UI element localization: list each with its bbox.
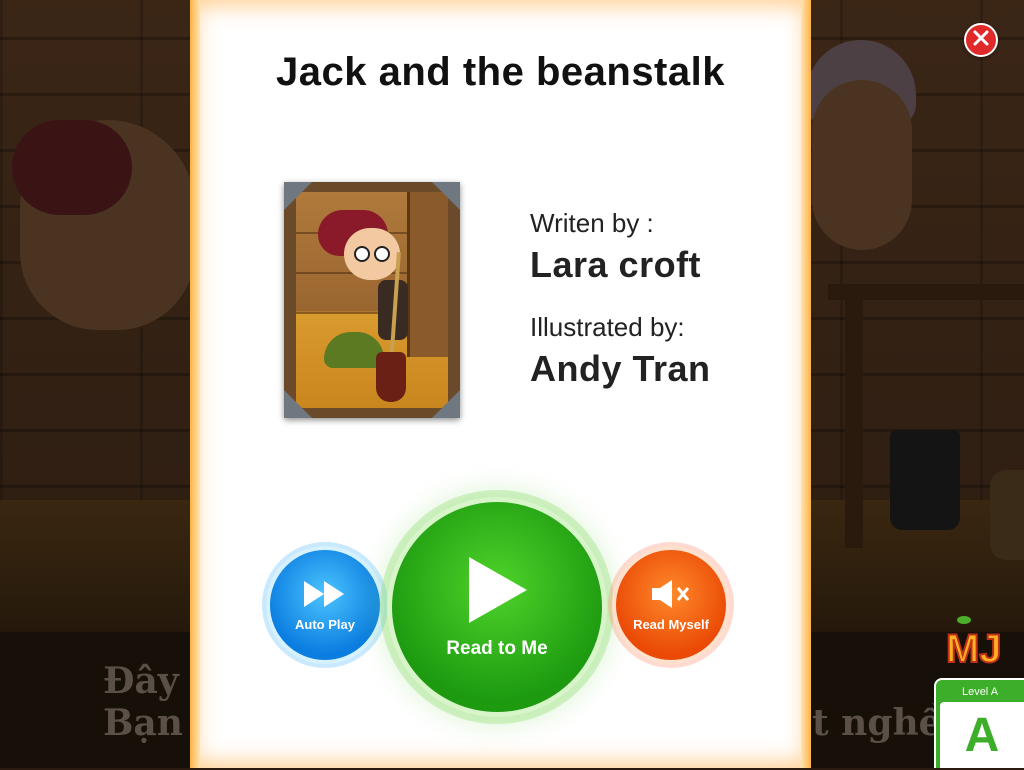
- book-cover: [284, 182, 460, 418]
- auto-play-button[interactable]: Auto Play: [270, 550, 380, 660]
- read-to-me-button[interactable]: Read to Me: [392, 502, 602, 712]
- cover-illustration: [296, 192, 448, 408]
- play-icon: [465, 555, 529, 630]
- story-intro-dialog: Jack and the beanstalk Writen by : Lara …: [190, 0, 811, 768]
- background-character-hair: [12, 120, 132, 215]
- mute-icon: [650, 579, 692, 614]
- author-name: Lara croft: [530, 244, 702, 285]
- story-title: Jack and the beanstalk: [276, 50, 725, 94]
- background-character-right: [812, 80, 912, 250]
- level-letter: A: [940, 702, 1024, 768]
- close-button[interactable]: [964, 23, 998, 57]
- close-icon: [973, 30, 989, 50]
- mj-logo-text: MJ: [946, 627, 1002, 670]
- background-text-line-2: Bạn: [103, 702, 183, 744]
- barrel: [990, 470, 1024, 560]
- read-myself-label: Read Myself: [633, 616, 709, 632]
- read-myself-button[interactable]: Read Myself: [616, 550, 726, 660]
- level-label: Level A: [961, 686, 999, 698]
- background-text-line-1: Đây: [103, 660, 179, 702]
- level-badge: Level A A: [934, 678, 1024, 768]
- read-to-me-label: Read to Me: [446, 637, 548, 659]
- illustrator-name: Andy Tran: [530, 348, 711, 389]
- written-by-label: Writen by :: [530, 208, 654, 238]
- background-text-line-2-right: t nghề: [812, 702, 942, 744]
- mj-logo: MJ: [944, 614, 1024, 672]
- shelf-leg: [845, 298, 863, 548]
- fast-forward-icon: [302, 579, 348, 614]
- watering-can: [890, 430, 960, 530]
- illustrated-by-label: Illustrated by:: [530, 312, 685, 342]
- auto-play-label: Auto Play: [295, 616, 355, 632]
